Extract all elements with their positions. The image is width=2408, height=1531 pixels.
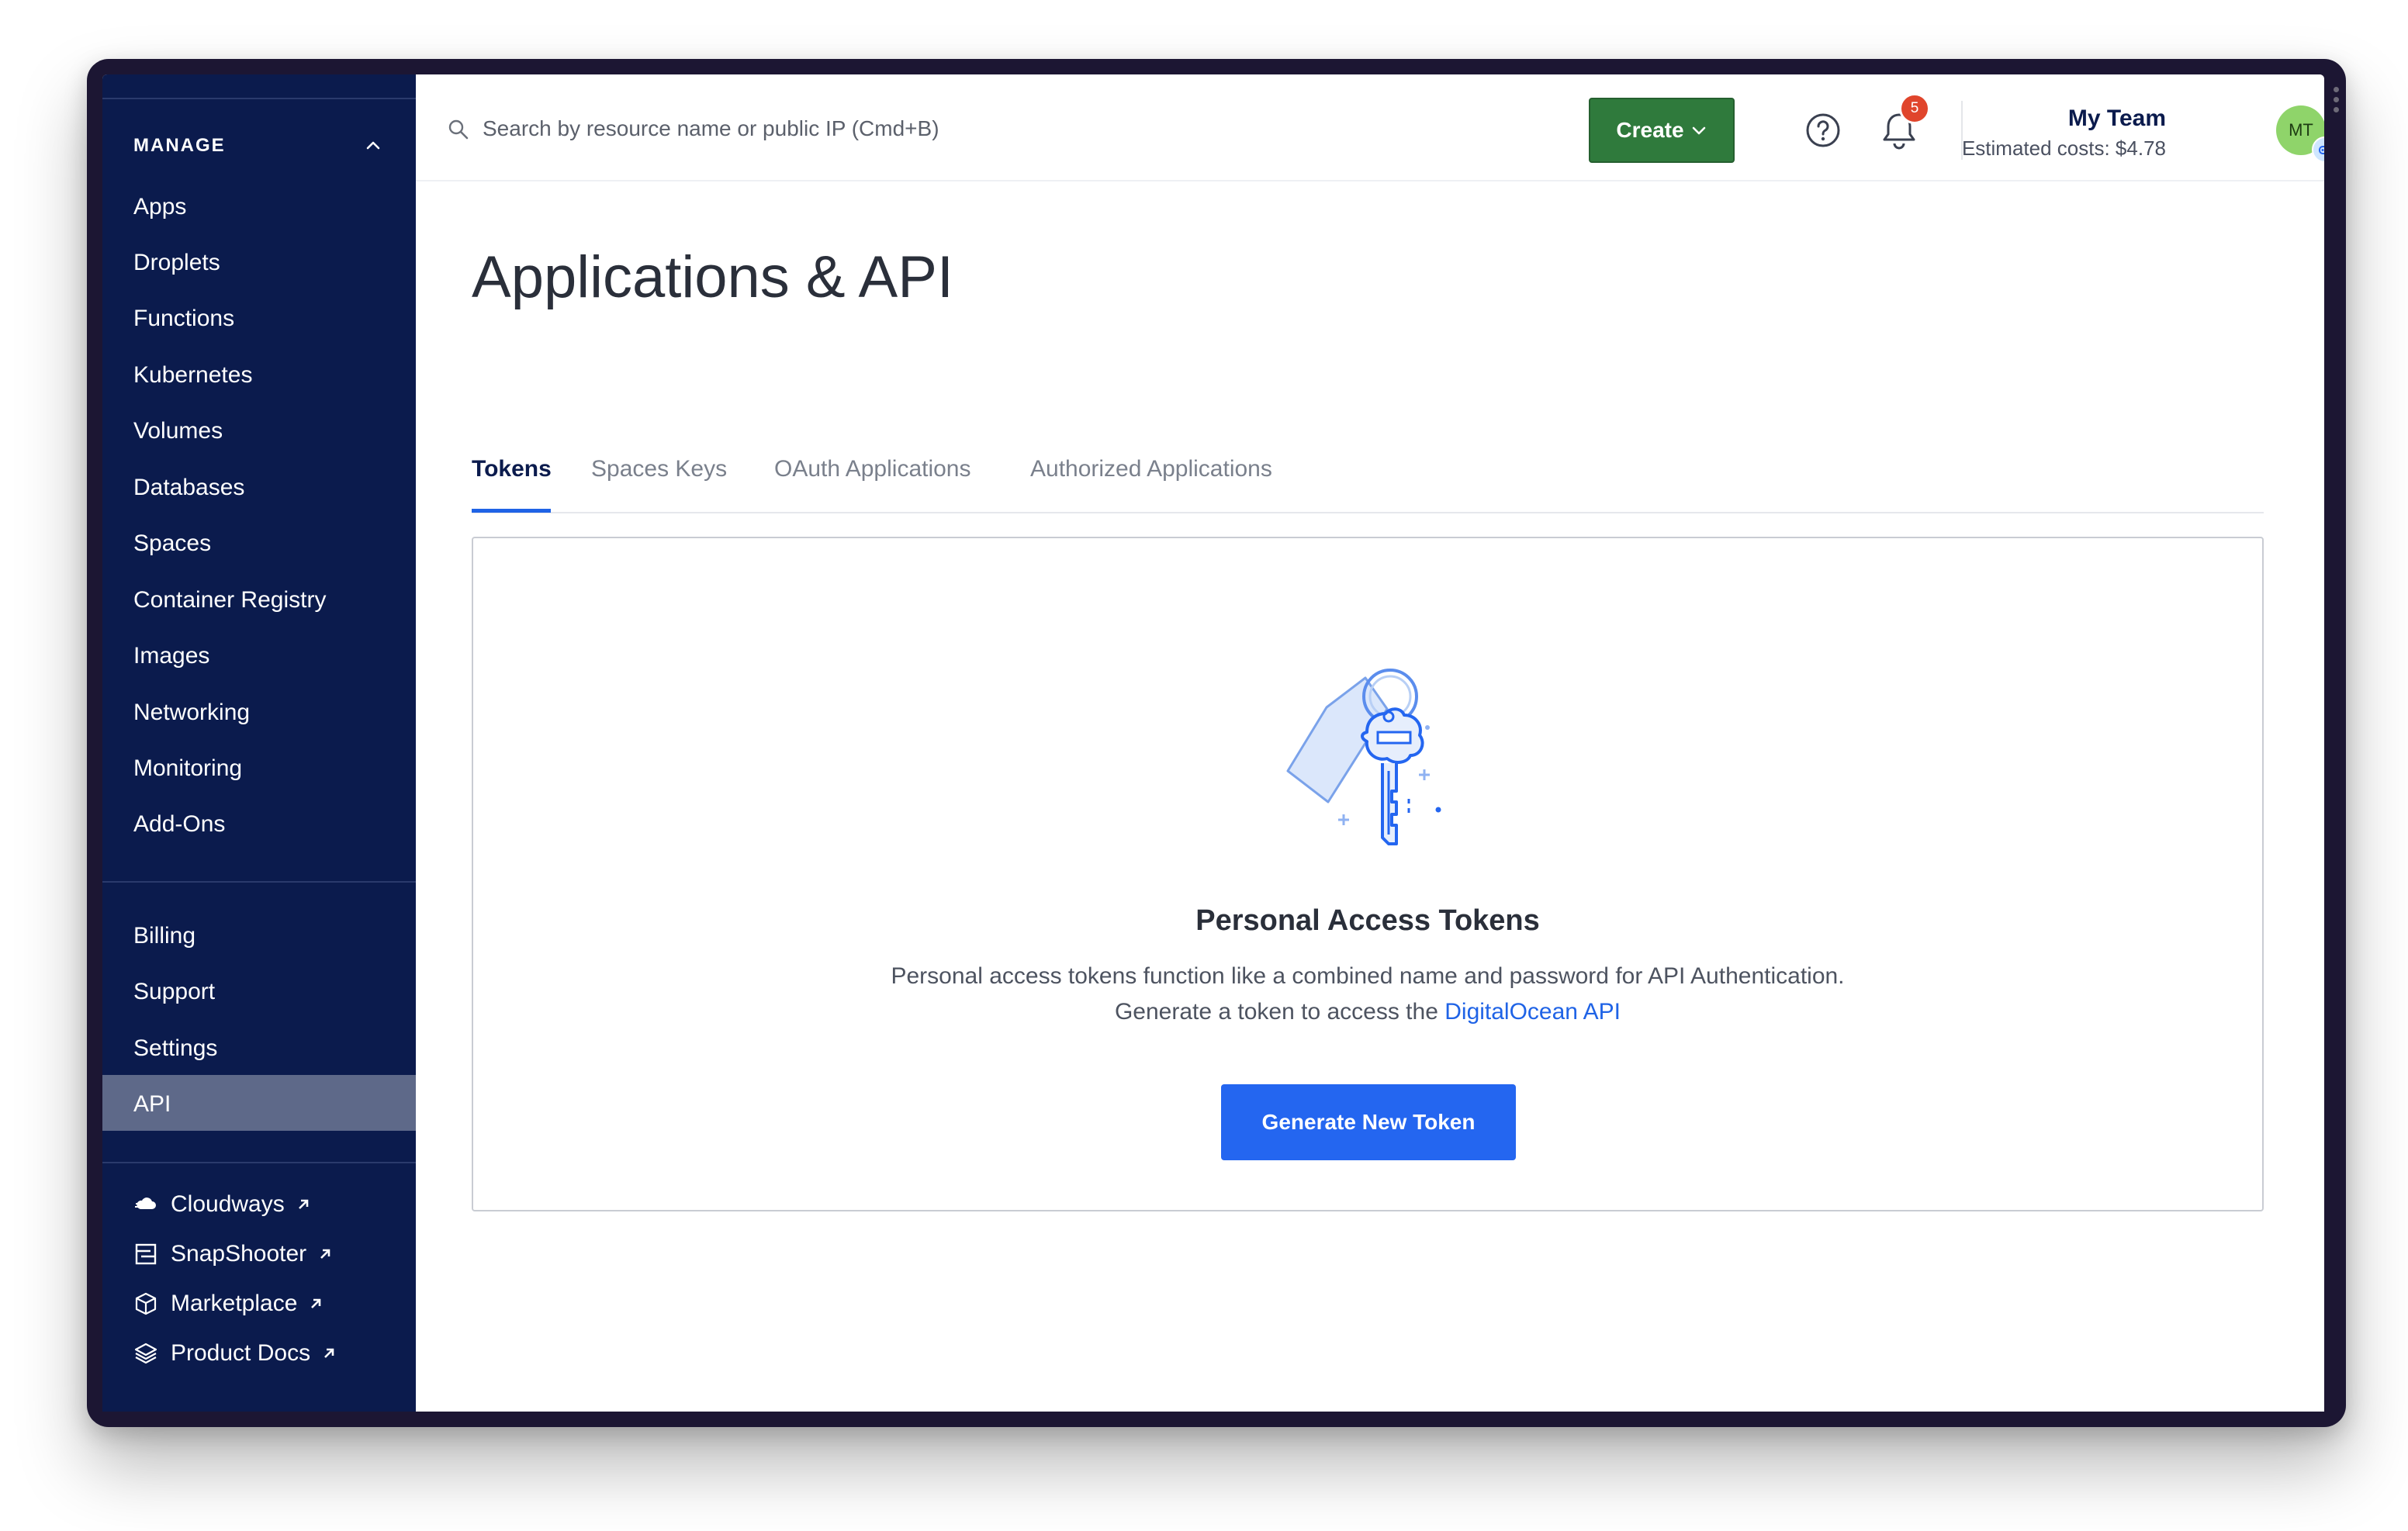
- sidebar-divider: [102, 98, 416, 99]
- sidebar-heading-manage[interactable]: MANAGE: [133, 135, 226, 157]
- tab-bar: Tokens Spaces Keys OAuth Applications Au…: [472, 441, 2264, 515]
- sidebar-item-networking[interactable]: Networking: [133, 700, 250, 726]
- tab-bar-divider: [472, 512, 2264, 513]
- sidebar-item-support[interactable]: Support: [133, 979, 215, 1005]
- sidebar-item-spaces[interactable]: Spaces: [133, 530, 211, 557]
- sidebar-item-images[interactable]: Images: [133, 643, 209, 669]
- sidebar-link-marketplace[interactable]: Marketplace: [133, 1291, 323, 1317]
- chevron-down-icon: [1692, 126, 1705, 135]
- sidebar-item-add-ons[interactable]: Add-Ons: [133, 811, 225, 838]
- sidebar: MANAGE Apps Droplets Functions Kubernete…: [102, 74, 416, 1412]
- sidebar-item-billing[interactable]: Billing: [133, 923, 195, 949]
- estimated-costs: Estimated costs: $4.78: [1961, 137, 2166, 160]
- generate-new-token-button[interactable]: Generate New Token: [1221, 1084, 1516, 1160]
- sidebar-divider: [102, 1162, 416, 1163]
- cube-icon: [135, 1292, 157, 1315]
- external-link-icon: [311, 1298, 321, 1308]
- sidebar-item-monitoring[interactable]: Monitoring: [133, 755, 242, 782]
- tab-tokens[interactable]: Tokens: [472, 456, 552, 482]
- notification-badge: 5: [1899, 93, 1930, 124]
- sidebar-link-label: Marketplace: [171, 1291, 298, 1316]
- layers-icon: [134, 1343, 157, 1364]
- sidebar-item-api[interactable]: API: [133, 1091, 171, 1118]
- frame-dots: [2334, 87, 2340, 117]
- sidebar-item-functions[interactable]: Functions: [133, 306, 234, 332]
- external-link-icon: [320, 1249, 330, 1259]
- team-name[interactable]: My Team: [2068, 105, 2166, 132]
- sidebar-item-volumes[interactable]: Volumes: [133, 418, 223, 444]
- search-icon: [448, 119, 469, 140]
- active-tab-indicator: [472, 509, 551, 513]
- sidebar-link-label: Product Docs: [171, 1340, 311, 1366]
- tab-authorized-applications[interactable]: Authorized Applications: [1030, 456, 1272, 482]
- empty-state-title: Personal Access Tokens: [1195, 904, 1540, 937]
- sidebar-item-kubernetes[interactable]: Kubernetes: [133, 362, 252, 389]
- chevron-up-icon[interactable]: [362, 133, 385, 157]
- empty-state-subtext: Generate a token to access the DigitalOc…: [473, 999, 2262, 1025]
- cloud-icon: [135, 1197, 156, 1209]
- sidebar-item-apps[interactable]: Apps: [133, 194, 186, 220]
- generate-prefix-text: Generate a token to access the: [1114, 999, 1438, 1025]
- key-illustration-icon: [1286, 669, 1441, 845]
- sidebar-link-label: Cloudways: [171, 1191, 285, 1217]
- page-title: Applications & API: [472, 244, 954, 310]
- sidebar-link-label: SnapShooter: [171, 1241, 307, 1267]
- sidebar-link-snapshooter[interactable]: SnapShooter: [133, 1241, 333, 1267]
- tab-oauth-applications[interactable]: OAuth Applications: [774, 456, 971, 482]
- create-button[interactable]: Create: [1589, 98, 1735, 163]
- sidebar-item-settings[interactable]: Settings: [133, 1035, 217, 1062]
- create-button-label: Create: [1616, 118, 1684, 142]
- top-bar: Create 5 My Team Estimated costs: $4.78 …: [416, 74, 2324, 181]
- sidebar-item-container-registry[interactable]: Container Registry: [133, 587, 326, 613]
- search-input[interactable]: [481, 109, 1182, 149]
- sidebar-link-cloudways[interactable]: Cloudways: [133, 1191, 311, 1218]
- tab-spaces-keys[interactable]: Spaces Keys: [591, 456, 727, 482]
- empty-state-description: Personal access tokens function like a c…: [891, 963, 1845, 989]
- sidebar-divider: [102, 881, 416, 883]
- device-frame: MANAGE Apps Droplets Functions Kubernete…: [87, 59, 2346, 1427]
- snapshooter-icon: [135, 1243, 157, 1265]
- sidebar-link-product-docs[interactable]: Product Docs: [133, 1340, 337, 1367]
- sidebar-item-droplets[interactable]: Droplets: [133, 250, 220, 276]
- external-link-icon: [324, 1348, 334, 1358]
- digitalocean-api-link[interactable]: DigitalOcean API: [1444, 999, 1621, 1025]
- help-icon[interactable]: [1804, 112, 1842, 149]
- app-window: MANAGE Apps Droplets Functions Kubernete…: [102, 74, 2324, 1412]
- external-link-icon: [298, 1199, 309, 1209]
- empty-state-card: Personal Access Tokens Personal access t…: [472, 537, 2264, 1211]
- sidebar-item-databases[interactable]: Databases: [133, 475, 244, 501]
